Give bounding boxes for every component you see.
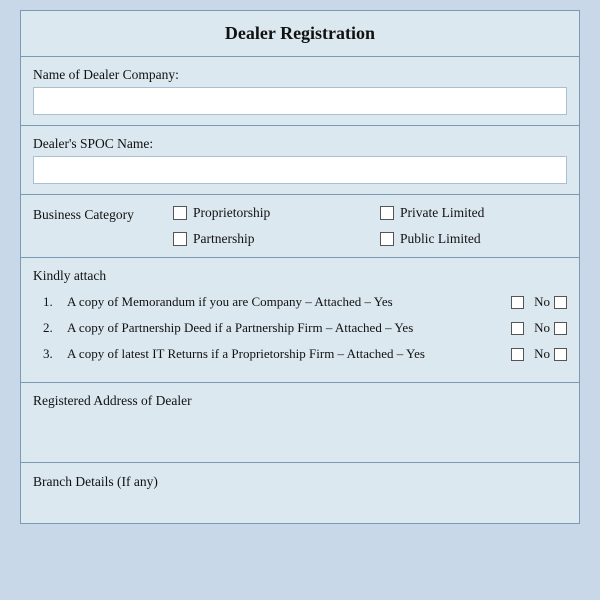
checkbox-yes-2[interactable] (511, 322, 524, 335)
list-item-3: 3. A copy of latest IT Returns if a Prop… (43, 346, 567, 362)
no-label-3: No (528, 346, 550, 362)
spoc-name-row: Dealer's SPOC Name: (21, 126, 579, 195)
yes-no-group-3: No (511, 346, 567, 362)
yes-no-group-2: No (511, 320, 567, 336)
list-item-1: 1. A copy of Memorandum if you are Compa… (43, 294, 567, 310)
option-public-limited-label: Public Limited (400, 231, 481, 247)
list-number-3: 3. (43, 346, 63, 362)
list-text-1: A copy of Memorandum if you are Company … (67, 294, 503, 310)
dealer-registration-form: Dealer Registration Name of Dealer Compa… (20, 10, 580, 524)
checkbox-no-1[interactable] (554, 296, 567, 309)
list-number-2: 2. (43, 320, 63, 336)
dealer-company-input[interactable] (33, 87, 567, 115)
checkbox-no-3[interactable] (554, 348, 567, 361)
option-partnership[interactable]: Partnership (173, 231, 360, 247)
dealer-company-row: Name of Dealer Company: (21, 57, 579, 126)
option-proprietorship-label: Proprietorship (193, 205, 270, 221)
registered-address-label: Registered Address of Dealer (33, 393, 567, 409)
checkbox-public-limited[interactable] (380, 232, 394, 246)
option-private-limited-label: Private Limited (400, 205, 484, 221)
kindly-attach-section: Kindly attach 1. A copy of Memorandum if… (21, 258, 579, 383)
option-public-limited[interactable]: Public Limited (380, 231, 567, 247)
list-item-2: 2. A copy of Partnership Deed if a Partn… (43, 320, 567, 336)
option-private-limited[interactable]: Private Limited (380, 205, 567, 221)
spoc-name-input[interactable] (33, 156, 567, 184)
branch-details-row: Branch Details (If any) (21, 463, 579, 523)
checkbox-no-2[interactable] (554, 322, 567, 335)
option-proprietorship[interactable]: Proprietorship (173, 205, 360, 221)
business-category-row: Business Category Proprietorship Private… (21, 195, 579, 258)
kindly-attach-title: Kindly attach (33, 268, 567, 284)
no-label-1: No (528, 294, 550, 310)
branch-details-label: Branch Details (If any) (33, 474, 158, 489)
option-partnership-label: Partnership (193, 231, 255, 247)
checkbox-proprietorship[interactable] (173, 206, 187, 220)
spoc-name-label: Dealer's SPOC Name: (33, 136, 567, 152)
business-options-group: Proprietorship Private Limited Partnersh… (173, 205, 567, 247)
list-text-2: A copy of Partnership Deed if a Partners… (67, 320, 503, 336)
dealer-company-label: Name of Dealer Company: (33, 67, 567, 83)
checkbox-yes-1[interactable] (511, 296, 524, 309)
no-label-2: No (528, 320, 550, 336)
checkbox-private-limited[interactable] (380, 206, 394, 220)
attachment-list: 1. A copy of Memorandum if you are Compa… (33, 294, 567, 362)
form-title: Dealer Registration (21, 11, 579, 57)
checkbox-yes-3[interactable] (511, 348, 524, 361)
business-category-label: Business Category (33, 205, 173, 223)
list-text-3: A copy of latest IT Returns if a Proprie… (67, 346, 503, 362)
yes-no-group-1: No (511, 294, 567, 310)
registered-address-row: Registered Address of Dealer (21, 383, 579, 463)
checkbox-partnership[interactable] (173, 232, 187, 246)
list-number-1: 1. (43, 294, 63, 310)
